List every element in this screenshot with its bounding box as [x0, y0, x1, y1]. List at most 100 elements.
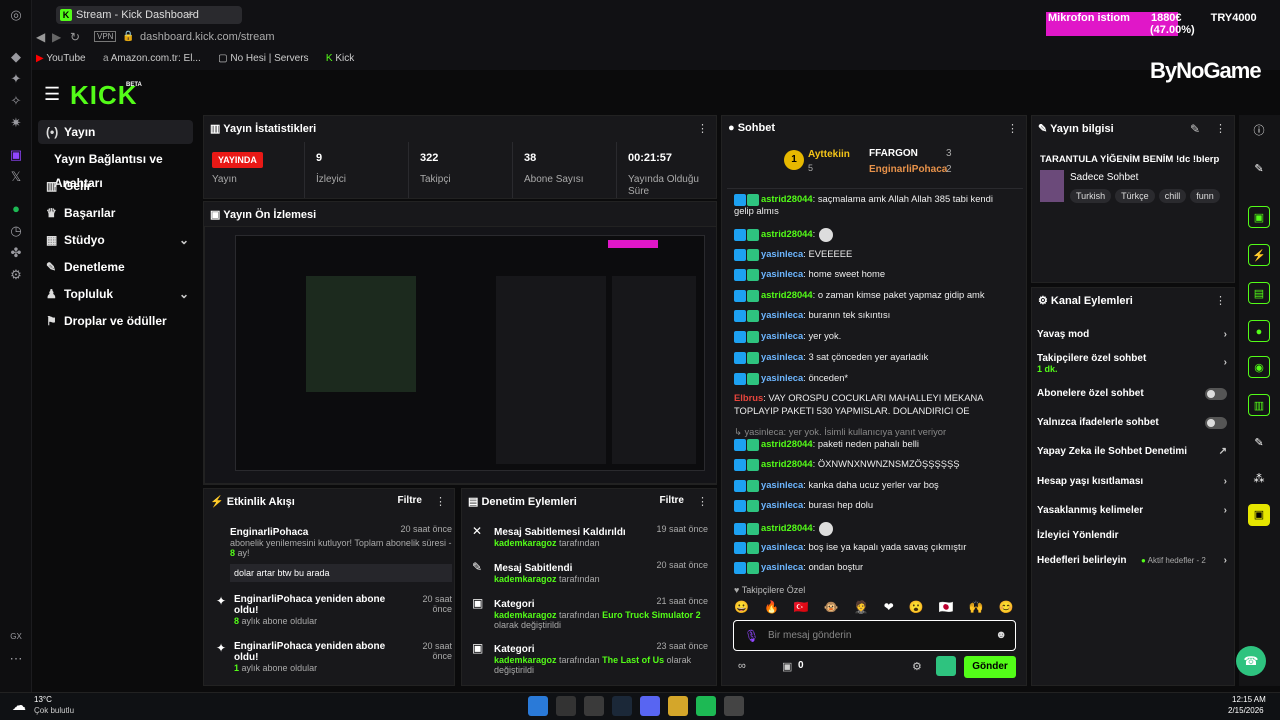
chat-username[interactable]: astrid28044 — [761, 193, 813, 204]
chat-username[interactable]: astrid28044 — [761, 458, 813, 469]
more-options-icon[interactable]: ⋮ — [435, 495, 446, 508]
more-options-icon[interactable]: ⋮ — [697, 122, 708, 135]
sidebar-item-connection[interactable]: Yayın Bağlantısı ve Anahtarı — [46, 147, 201, 190]
sidebar-app-icon[interactable]: ◆ — [0, 46, 32, 68]
banned-words-item[interactable]: Yasaklanmış kelimeler › — [1037, 505, 1227, 516]
toggle-switch[interactable] — [1205, 417, 1227, 429]
reload-icon[interactable]: ↻ — [70, 30, 80, 44]
chat-username[interactable]: yasinleca — [761, 351, 803, 362]
toggle-switch[interactable] — [1205, 388, 1227, 400]
sidebar-item-stream[interactable]: (•) Yayın — [38, 120, 193, 144]
sidebar-item-achievements[interactable]: ♛ Başarılar — [38, 201, 193, 225]
filter-button[interactable]: Filtre — [660, 495, 684, 506]
preview-mini-dashboard — [235, 235, 705, 471]
gift-icon[interactable]: ▣ — [782, 660, 792, 673]
sidebar-app-icon[interactable]: ✧ — [0, 90, 32, 112]
sidebar-app-icon[interactable]: ✦ — [0, 68, 32, 90]
forward-icon[interactable]: ▶ — [52, 30, 61, 44]
subscribers-only-item[interactable]: Abonelere özel sohbet — [1037, 388, 1227, 400]
chat-username[interactable]: yasinleca — [761, 372, 803, 383]
broadcast-icon[interactable]: ◉ — [1248, 356, 1270, 378]
folder-icon[interactable] — [668, 696, 688, 716]
chat-input[interactable]: 🎙 Bir mesaj gönderin ☻ — [733, 620, 1016, 651]
host-item[interactable]: İzleyici Yönlendir — [1037, 530, 1227, 541]
spotify-icon[interactable] — [696, 696, 716, 716]
extension-icon[interactable]: ✤ — [0, 242, 32, 264]
chat-username[interactable]: yasinleca — [761, 561, 803, 572]
wrench-icon[interactable]: ✎ — [1248, 432, 1270, 454]
bookmark-youtube[interactable]: ▶ YouTube — [36, 48, 86, 70]
lightning-icon[interactable]: ⚡ — [1248, 244, 1270, 266]
search-icon[interactable] — [556, 696, 576, 716]
gear-icon[interactable]: ⚙ — [912, 660, 922, 673]
chat-username[interactable]: yasinleca — [761, 330, 803, 341]
more-options-icon[interactable]: ⋮ — [1215, 294, 1226, 307]
spotify-icon[interactable]: ● — [0, 198, 32, 220]
emotes-only-item[interactable]: Yalnızca ifadelerle sohbet — [1037, 417, 1227, 429]
browser-tab[interactable]: K Stream - Kick Dashboard — [56, 6, 242, 24]
chat-username[interactable]: yasinleca — [761, 541, 803, 552]
more-icon[interactable]: ⋯ — [0, 648, 32, 670]
screenshot-icon[interactable]: ▣ — [1248, 206, 1270, 228]
menu-icon[interactable]: ☰ — [44, 84, 60, 105]
more-options-icon[interactable]: ⋮ — [1007, 122, 1018, 135]
x-icon[interactable]: 𝕏 — [0, 166, 32, 188]
chat-username[interactable]: yasinleca — [761, 248, 803, 259]
stream-preview-video[interactable] — [204, 226, 717, 484]
chat-username[interactable]: Elbrus — [734, 392, 763, 403]
sidebar-app-icon[interactable]: ✷ — [0, 112, 32, 134]
document-icon[interactable]: ▤ — [1248, 282, 1270, 304]
slow-mode-item[interactable]: Yavaş mod › — [1037, 329, 1227, 340]
chat-icon[interactable]: ● — [1248, 320, 1270, 342]
info-icon[interactable]: ⓘ — [1248, 120, 1270, 142]
send-button[interactable]: Gönder — [964, 656, 1016, 678]
twitch-icon[interactable]: ▣ — [0, 144, 32, 166]
chat-username[interactable]: yasinleca — [761, 499, 803, 510]
help-icon[interactable]: ☎ — [1236, 646, 1266, 676]
more-options-icon[interactable]: ⋮ — [1215, 122, 1226, 135]
sidebar-item-moderation[interactable]: ✎ Denetleme — [38, 255, 193, 279]
app-icon[interactable] — [724, 696, 744, 716]
bookmark-nohesi[interactable]: ▢ No Hesi | Servers — [218, 48, 308, 70]
emote-bar[interactable]: 😀🔥🇹🇷🐵🤵❤😮🇯🇵🙌😊 — [734, 600, 1016, 616]
chat-username[interactable]: astrid28044 — [761, 522, 813, 533]
sidebar-item-revenue[interactable]: ▥ Gelir — [38, 174, 193, 198]
users-icon[interactable]: ⁂ — [1248, 468, 1270, 490]
chat-username[interactable]: astrid28044 — [761, 289, 813, 300]
vpn-badge[interactable]: VPN — [94, 31, 117, 42]
goals-item[interactable]: Hedefleri belirleyin ● Aktif hedefler - 2… — [1037, 555, 1227, 566]
microphone-icon[interactable]: 🎙 — [744, 629, 759, 643]
layout-icon[interactable]: ▥ — [1248, 394, 1270, 416]
start-icon[interactable] — [528, 696, 548, 716]
history-icon[interactable]: ◷ — [0, 220, 32, 242]
chat-username[interactable]: astrid28044 — [761, 228, 813, 239]
new-tab-icon[interactable]: + — [186, 6, 194, 22]
infinity-icon[interactable]: ∞ — [738, 660, 746, 672]
sidebar-item-studio[interactable]: ▦ Stüdyo ⌄ — [38, 228, 193, 252]
more-options-icon[interactable]: ⋮ — [697, 495, 708, 508]
account-age-item[interactable]: Hesap yaşı kısıtlaması › — [1037, 476, 1227, 487]
steam-icon[interactable] — [612, 696, 632, 716]
kick-bot-icon[interactable] — [936, 656, 956, 676]
bookmark-amazon[interactable]: a Amazon.com.tr: El... — [103, 48, 201, 70]
chat-username[interactable]: yasinleca — [761, 479, 803, 490]
back-icon[interactable]: ◀ — [36, 30, 45, 44]
discord-icon[interactable] — [640, 696, 660, 716]
opera-icon[interactable] — [584, 696, 604, 716]
sidebar-item-drops[interactable]: ⚑ Droplar ve ödüller — [38, 309, 193, 333]
followers-only-item[interactable]: Takipçilere özel sohbet 1 dk. › — [1037, 353, 1227, 374]
edit-icon[interactable]: ✎ — [1248, 158, 1270, 180]
ai-moderation-item[interactable]: Yapay Zeka ile Sohbet Denetimi ↗ — [1037, 446, 1227, 457]
filter-button[interactable]: Filtre — [398, 495, 422, 506]
sidebar-item-community[interactable]: ♟ Topluluk ⌄ — [38, 282, 193, 306]
clip-icon[interactable]: ▣ — [1248, 504, 1270, 526]
emoji-icon[interactable]: ☻ — [995, 629, 1007, 641]
url-field[interactable]: dashboard.kick.com/stream — [140, 31, 275, 43]
edit-icon[interactable]: ✎ — [1190, 122, 1200, 136]
settings-icon[interactable]: ⚙ — [0, 264, 32, 286]
chat-username[interactable]: yasinleca — [761, 268, 803, 279]
chat-username[interactable]: astrid28044 — [761, 438, 813, 449]
bookmark-kick[interactable]: K Kick — [326, 48, 354, 70]
opera-icon[interactable]: ◎ — [0, 4, 32, 26]
chat-username[interactable]: yasinleca — [761, 309, 803, 320]
